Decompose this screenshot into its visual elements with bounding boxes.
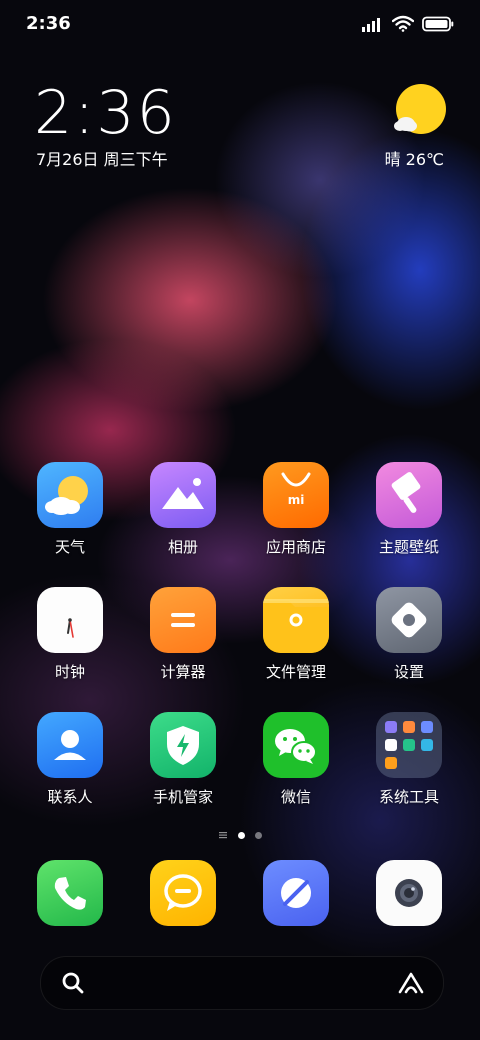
dock-messages[interactable] [135, 860, 231, 926]
svg-text:mi: mi [288, 493, 305, 507]
phone-icon [37, 860, 103, 926]
app-label-clock: 时钟 [54, 663, 85, 681]
sunny-icon[interactable] [394, 84, 446, 134]
contacts-icon [37, 712, 103, 778]
page-indicator[interactable] [0, 829, 480, 841]
wechat-icon [263, 712, 329, 778]
page-dot-1[interactable] [238, 831, 245, 839]
app-label-security: 手机管家 [152, 788, 213, 806]
app-label-themes: 主题壁纸 [378, 538, 439, 556]
app-list-icon[interactable] [218, 830, 228, 840]
status-time: 2:36 [26, 13, 71, 34]
dock-browser[interactable] [248, 860, 344, 926]
file-manager-icon [263, 587, 329, 653]
signal-icon [362, 17, 380, 32]
themes-icon [376, 462, 442, 528]
gallery-icon [150, 462, 216, 528]
clock-icon [37, 587, 103, 653]
system-tools-folder-icon [376, 712, 442, 778]
weather-condition: 晴 [384, 150, 401, 169]
assistant-icon[interactable] [397, 971, 425, 995]
dock-camera[interactable] [361, 860, 457, 926]
dock-phone[interactable] [22, 860, 118, 926]
status-bar: 2:36 [0, 0, 480, 50]
page-dot-2[interactable] [255, 831, 262, 839]
app-label-calculator: 计算器 [160, 663, 206, 681]
app-store-icon: mi [263, 462, 329, 528]
status-icons [362, 15, 454, 32]
wifi-icon [392, 15, 414, 32]
app-system-tools-folder[interactable]: 系统工具 [361, 712, 457, 807]
app-wechat[interactable]: 微信 [248, 712, 344, 807]
app-file-manager[interactable]: 文件管理 [248, 587, 344, 682]
app-label-gallery: 相册 [167, 538, 198, 556]
app-label-system-tools: 系统工具 [378, 788, 439, 806]
app-label-weather: 天气 [54, 538, 85, 556]
app-label-store: 应用商店 [265, 538, 326, 556]
security-icon [150, 712, 216, 778]
weather-summary[interactable]: 晴 26℃ [385, 146, 444, 170]
weather-app-icon [37, 462, 103, 528]
browser-icon [263, 860, 329, 926]
app-contacts[interactable]: 联系人 [22, 712, 118, 807]
app-gallery[interactable]: 相册 [135, 462, 231, 557]
app-label-wechat: 微信 [280, 788, 311, 806]
messages-icon [150, 860, 216, 926]
camera-icon [376, 860, 442, 926]
settings-icon [376, 587, 442, 653]
app-label-settings: 设置 [393, 663, 424, 681]
app-calculator[interactable]: 计算器 [135, 587, 231, 682]
app-security[interactable]: 手机管家 [135, 712, 231, 807]
app-store[interactable]: mi 应用商店 [248, 462, 344, 557]
app-settings[interactable]: 设置 [361, 587, 457, 682]
weather-temperature: 26℃ [405, 150, 444, 169]
calculator-icon [150, 587, 216, 653]
app-themes[interactable]: 主题壁纸 [361, 462, 457, 557]
clock-widget-date[interactable]: 7月26日 周三下午 [36, 146, 168, 170]
app-label-contacts: 联系人 [47, 788, 93, 806]
app-clock[interactable]: 时钟 [22, 587, 118, 682]
app-label-file-manager: 文件管理 [265, 663, 326, 681]
search-icon[interactable] [61, 971, 85, 995]
clock-widget-time[interactable]: 2:36 [34, 78, 177, 148]
search-bar[interactable] [40, 956, 444, 1010]
battery-icon [422, 16, 454, 31]
app-weather[interactable]: 天气 [22, 462, 118, 557]
